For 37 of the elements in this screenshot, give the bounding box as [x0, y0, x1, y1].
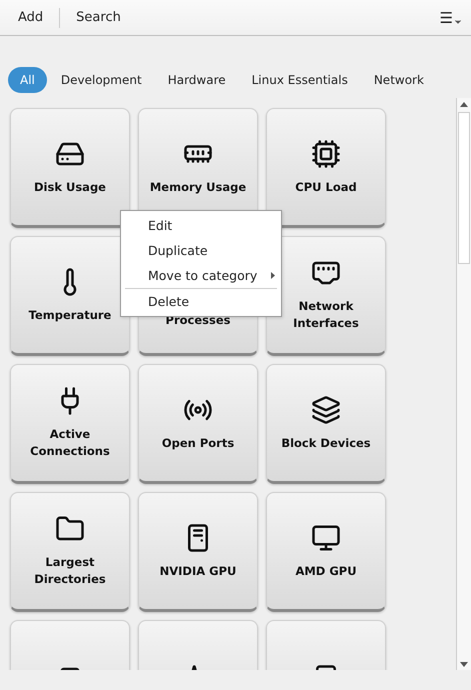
scroll-up-icon[interactable] — [460, 102, 468, 106]
widget-tile[interactable]: Block Devices — [266, 364, 386, 484]
widget-tile[interactable]: Largest Directories — [10, 492, 130, 612]
scrollbar[interactable] — [456, 98, 471, 670]
layers-icon — [311, 394, 341, 424]
tile-label: Memory Usage — [148, 178, 248, 196]
tile-label: AMD GPU — [294, 562, 358, 580]
tile-label: Largest Directories — [33, 554, 107, 588]
tile-label: Processes — [164, 312, 232, 329]
tile-label: Active Connections — [29, 426, 111, 460]
tile-label: Block Devices — [280, 434, 372, 452]
widget-tile[interactable]: CPU Load — [266, 108, 386, 228]
tile-label: NVIDIA GPU — [158, 562, 238, 580]
widget-tile[interactable]: Open Ports — [138, 364, 258, 484]
desktop-computer-icon — [311, 522, 341, 552]
widget-tile[interactable]: Temperature — [10, 236, 130, 356]
category-tab[interactable]: Hardware — [156, 67, 238, 93]
submenu-arrow-icon — [271, 272, 275, 279]
category-tab[interactable]: Network — [362, 67, 436, 93]
category-tab[interactable]: Development — [48, 67, 154, 93]
scrollbar-thumb[interactable] — [458, 112, 470, 264]
category-tab[interactable]: Linux Essentials — [240, 67, 360, 93]
widget-tile[interactable]: Active Connections — [10, 364, 130, 484]
tile-label: Open Ports — [160, 434, 236, 452]
tile-label: Temperature — [28, 306, 112, 324]
widget-tile[interactable]: Disk Usage — [10, 108, 130, 228]
tile-label: Network Interfaces — [292, 298, 360, 332]
menu-button[interactable]: ☰ — [440, 8, 463, 26]
toolbar-button[interactable]: Search — [68, 6, 129, 29]
cpu-icon — [311, 138, 341, 168]
scroll-down-icon[interactable] — [460, 662, 468, 666]
tile-label: CPU Load — [294, 178, 358, 196]
widget-tile[interactable]: Network Interfaces — [266, 236, 386, 356]
widget-tile[interactable]: AMD GPU — [266, 492, 386, 612]
toolbar-button[interactable]: Add — [10, 6, 52, 29]
tile-label: Disk Usage — [33, 178, 107, 196]
widget-tile[interactable]: NVIDIA GPU — [138, 492, 258, 612]
